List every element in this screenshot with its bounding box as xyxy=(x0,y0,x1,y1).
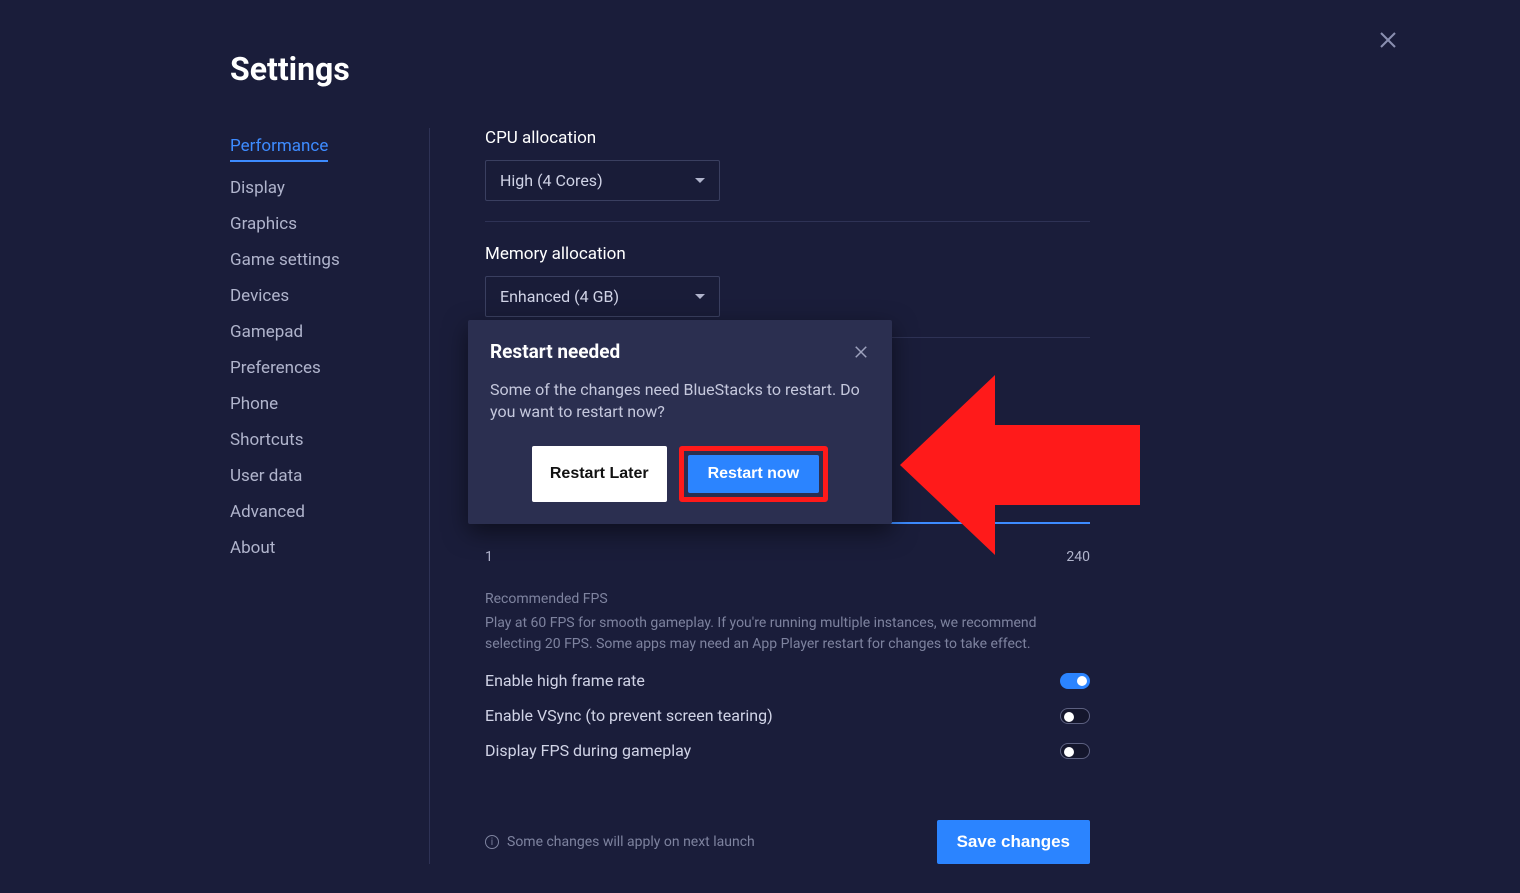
chevron-down-icon xyxy=(695,294,705,299)
cpu-allocation-select[interactable]: High (4 Cores) xyxy=(485,160,720,201)
toggle-vsync-label: Enable VSync (to prevent screen tearing) xyxy=(485,706,773,725)
sidebar-item-user-data[interactable]: User data xyxy=(230,458,399,494)
sidebar-item-phone[interactable]: Phone xyxy=(230,386,399,422)
restart-later-button[interactable]: Restart Later xyxy=(532,446,667,502)
memory-allocation-label: Memory allocation xyxy=(485,244,1090,264)
memory-allocation-select[interactable]: Enhanced (4 GB) xyxy=(485,276,720,317)
recommended-fps-text: Play at 60 FPS for smooth gameplay. If y… xyxy=(485,613,1075,655)
sidebar-item-about[interactable]: About xyxy=(230,530,399,566)
sidebar-item-display[interactable]: Display xyxy=(230,170,399,206)
restart-now-button[interactable]: Restart now xyxy=(688,455,820,493)
info-icon: i xyxy=(485,835,499,849)
fps-slider-max-label: 240 xyxy=(1066,549,1090,565)
sidebar-item-shortcuts[interactable]: Shortcuts xyxy=(230,422,399,458)
memory-allocation-value: Enhanced (4 GB) xyxy=(500,287,619,306)
toggle-high-frame-rate-label: Enable high frame rate xyxy=(485,671,645,690)
toggle-high-frame-rate[interactable] xyxy=(1060,673,1090,689)
page-title: Settings xyxy=(230,50,1520,88)
restart-modal-body: Some of the changes need BlueStacks to r… xyxy=(490,379,870,424)
save-changes-button[interactable]: Save changes xyxy=(937,820,1090,864)
toggle-display-fps-label: Display FPS during gameplay xyxy=(485,741,691,760)
settings-sidebar: Performance Display Graphics Game settin… xyxy=(230,128,430,864)
fps-slider-min-label: 1 xyxy=(485,549,493,565)
close-icon[interactable] xyxy=(1376,28,1400,52)
sidebar-item-devices[interactable]: Devices xyxy=(230,278,399,314)
toggle-vsync[interactable] xyxy=(1060,708,1090,724)
toggle-display-fps[interactable] xyxy=(1060,743,1090,759)
fps-slider-track[interactable] xyxy=(890,522,1090,524)
cpu-allocation-label: CPU allocation xyxy=(485,128,1090,148)
restart-modal: Restart needed Some of the changes need … xyxy=(468,320,892,524)
chevron-down-icon xyxy=(695,178,705,183)
sidebar-item-preferences[interactable]: Preferences xyxy=(230,350,399,386)
cpu-allocation-value: High (4 Cores) xyxy=(500,171,603,190)
sidebar-item-advanced[interactable]: Advanced xyxy=(230,494,399,530)
sidebar-item-game-settings[interactable]: Game settings xyxy=(230,242,399,278)
close-icon[interactable] xyxy=(852,343,870,361)
divider xyxy=(485,221,1090,222)
sidebar-item-graphics[interactable]: Graphics xyxy=(230,206,399,242)
sidebar-item-gamepad[interactable]: Gamepad xyxy=(230,314,399,350)
recommended-fps-heading: Recommended FPS xyxy=(485,591,1090,607)
sidebar-item-performance[interactable]: Performance xyxy=(230,128,328,162)
restart-modal-title: Restart needed xyxy=(490,340,620,363)
highlight-box: Restart now xyxy=(679,446,829,502)
footer-note: Some changes will apply on next launch xyxy=(507,834,755,850)
